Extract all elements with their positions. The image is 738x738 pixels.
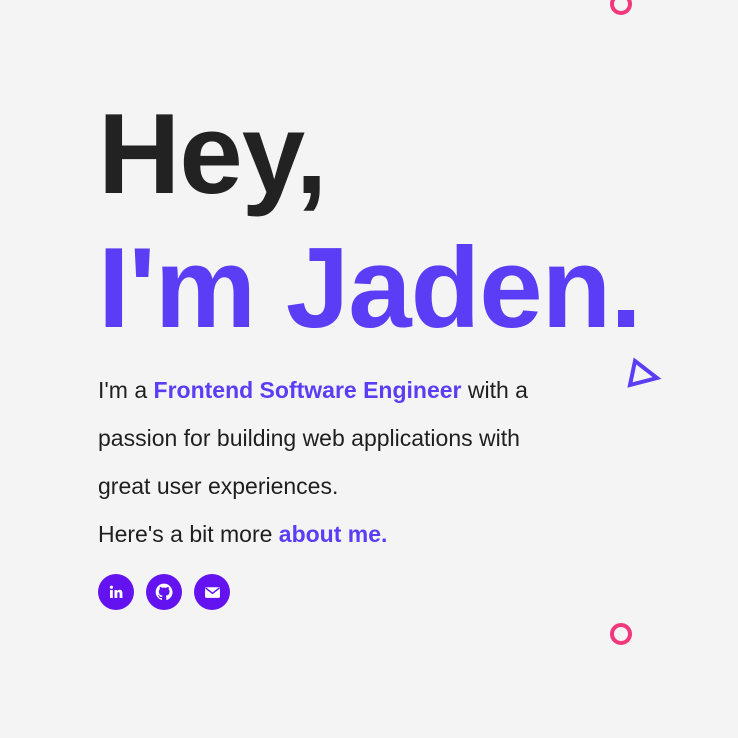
intro-text: I'm a Frontend Software Engineer with a … — [98, 366, 568, 558]
about-me-link[interactable]: about me. — [279, 521, 388, 547]
github-icon — [155, 583, 173, 601]
hero-heading: Hey, I'm Jaden. — [98, 88, 698, 356]
about-paragraph: Here's a bit more about me. — [98, 510, 568, 558]
hero-section: Hey, I'm Jaden. — [98, 88, 698, 356]
about-prefix: Here's a bit more — [98, 521, 279, 547]
hero-greeting-line: Hey, — [98, 91, 327, 218]
email-button[interactable] — [194, 574, 230, 610]
linkedin-icon — [109, 585, 123, 598]
decorative-ring-bottom — [610, 623, 632, 645]
email-icon — [204, 586, 220, 598]
intro-prefix: I'm a — [98, 377, 154, 403]
linkedin-button[interactable] — [98, 574, 134, 610]
role-highlight: Frontend Software Engineer — [153, 377, 462, 403]
hero-name-line: I'm Jaden. — [98, 225, 642, 352]
intro-paragraph: I'm a Frontend Software Engineer with a … — [98, 366, 568, 510]
decorative-triangle — [627, 357, 662, 388]
decorative-ring-top — [610, 0, 632, 15]
social-links — [98, 574, 230, 610]
github-button[interactable] — [146, 574, 182, 610]
